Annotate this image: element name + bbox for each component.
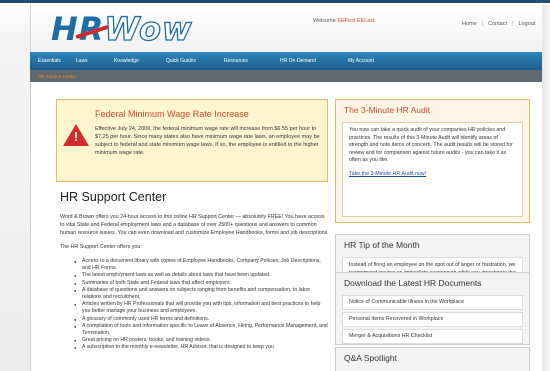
main-nav: Essentials Laws Knowledge Quick Guides R… xyxy=(30,52,550,70)
home-link[interactable]: Home xyxy=(462,21,477,27)
hrwow-logo[interactable]: HRWow xyxy=(51,10,193,48)
benefits-list: Access to a document library with copies… xyxy=(74,258,330,352)
list-item: Summaries of both State and Federal laws… xyxy=(74,280,330,287)
nav-item-essentials[interactable]: Essentials xyxy=(38,58,76,64)
doc-link-merger-checklist[interactable]: Merger & Acquisitions HR Checklist xyxy=(342,329,523,344)
welcome-message: Welcome EEFirst EELast xyxy=(313,18,375,24)
alert-title: Federal Minimum Wage Rate Increase xyxy=(95,109,249,119)
qa-spotlight-box: Q&A Spotlight xyxy=(335,347,530,371)
list-item: Access to a document library with copies… xyxy=(74,258,330,272)
page-title: HR Support Center xyxy=(60,190,167,204)
list-item: Articles written by HR Professionals tha… xyxy=(74,301,330,315)
list-item: A database of questions and answers on s… xyxy=(74,287,330,301)
list-item: A glossary of commonly used HR terms and… xyxy=(74,316,330,323)
nav-item-knowledge[interactable]: Knowledge xyxy=(114,58,166,64)
offers-label: The HR Support Center offers you: xyxy=(60,244,142,250)
intro-paragraph: Word & Brown offers you 24-hour access t… xyxy=(60,214,329,236)
nav-item-my-account[interactable]: My Account xyxy=(348,58,408,64)
list-item: A subscription to the monthly e-newslett… xyxy=(74,344,330,351)
logout-link[interactable]: Logout xyxy=(519,21,536,27)
welcome-prefix: Welcome xyxy=(313,18,336,24)
welcome-user-name[interactable]: EEFirst EELast xyxy=(337,18,374,24)
audit-title: The 3-Minute HR Audit xyxy=(336,100,529,120)
nav-item-hr-on-demand[interactable]: HR On-Demand xyxy=(280,58,348,64)
docs-list: Notice of Communicable Illness in the Wo… xyxy=(342,295,523,346)
site-header: HRWow Welcome EEFirst EELast Home | Cont… xyxy=(30,4,550,52)
contact-link[interactable]: Contact xyxy=(488,21,507,27)
hr-audit-box: The 3-Minute HR Audit You now can take a… xyxy=(335,99,530,223)
breadcrumb-bar: HR Support Center xyxy=(30,70,550,82)
hr-documents-box: Download the Latest HR Documents Notice … xyxy=(335,272,530,345)
nav-item-laws[interactable]: Laws xyxy=(76,58,114,64)
nav-item-resources[interactable]: Resources xyxy=(224,58,280,64)
list-item: Great pricing on HR posters, books, and … xyxy=(74,337,330,344)
warning-icon-mark: ! xyxy=(73,129,79,144)
audit-text: You now can take a quick audit of your c… xyxy=(349,127,513,164)
list-item: The latest employment laws as well as de… xyxy=(74,272,330,279)
tip-title: HR Tip of the Month xyxy=(344,240,420,250)
breadcrumb[interactable]: HR Support Center xyxy=(38,74,76,79)
doc-link-personal-items[interactable]: Personal Items Recovered in Workplace xyxy=(342,312,523,327)
audit-inner-panel: You now can take a quick audit of your c… xyxy=(342,122,523,217)
alert-body: Effective July 24, 2009, the federal min… xyxy=(95,126,320,156)
qa-title: Q&A Spotlight xyxy=(344,353,397,363)
logo-wow-text: Wow xyxy=(104,10,193,48)
take-audit-link[interactable]: Take the 3-Minute HR Audit now! xyxy=(349,171,516,177)
list-item: A compilation of tools and information s… xyxy=(74,323,330,337)
nav-item-quick-guides[interactable]: Quick Guides xyxy=(166,58,224,64)
top-accent-line xyxy=(0,0,550,3)
top-links: Home | Contact | Logout xyxy=(462,21,536,27)
doc-link-communicable-illness[interactable]: Notice of Communicable Illness in the Wo… xyxy=(342,295,523,310)
page-shadow xyxy=(542,4,550,371)
docs-title: Download the Latest HR Documents xyxy=(344,278,482,288)
